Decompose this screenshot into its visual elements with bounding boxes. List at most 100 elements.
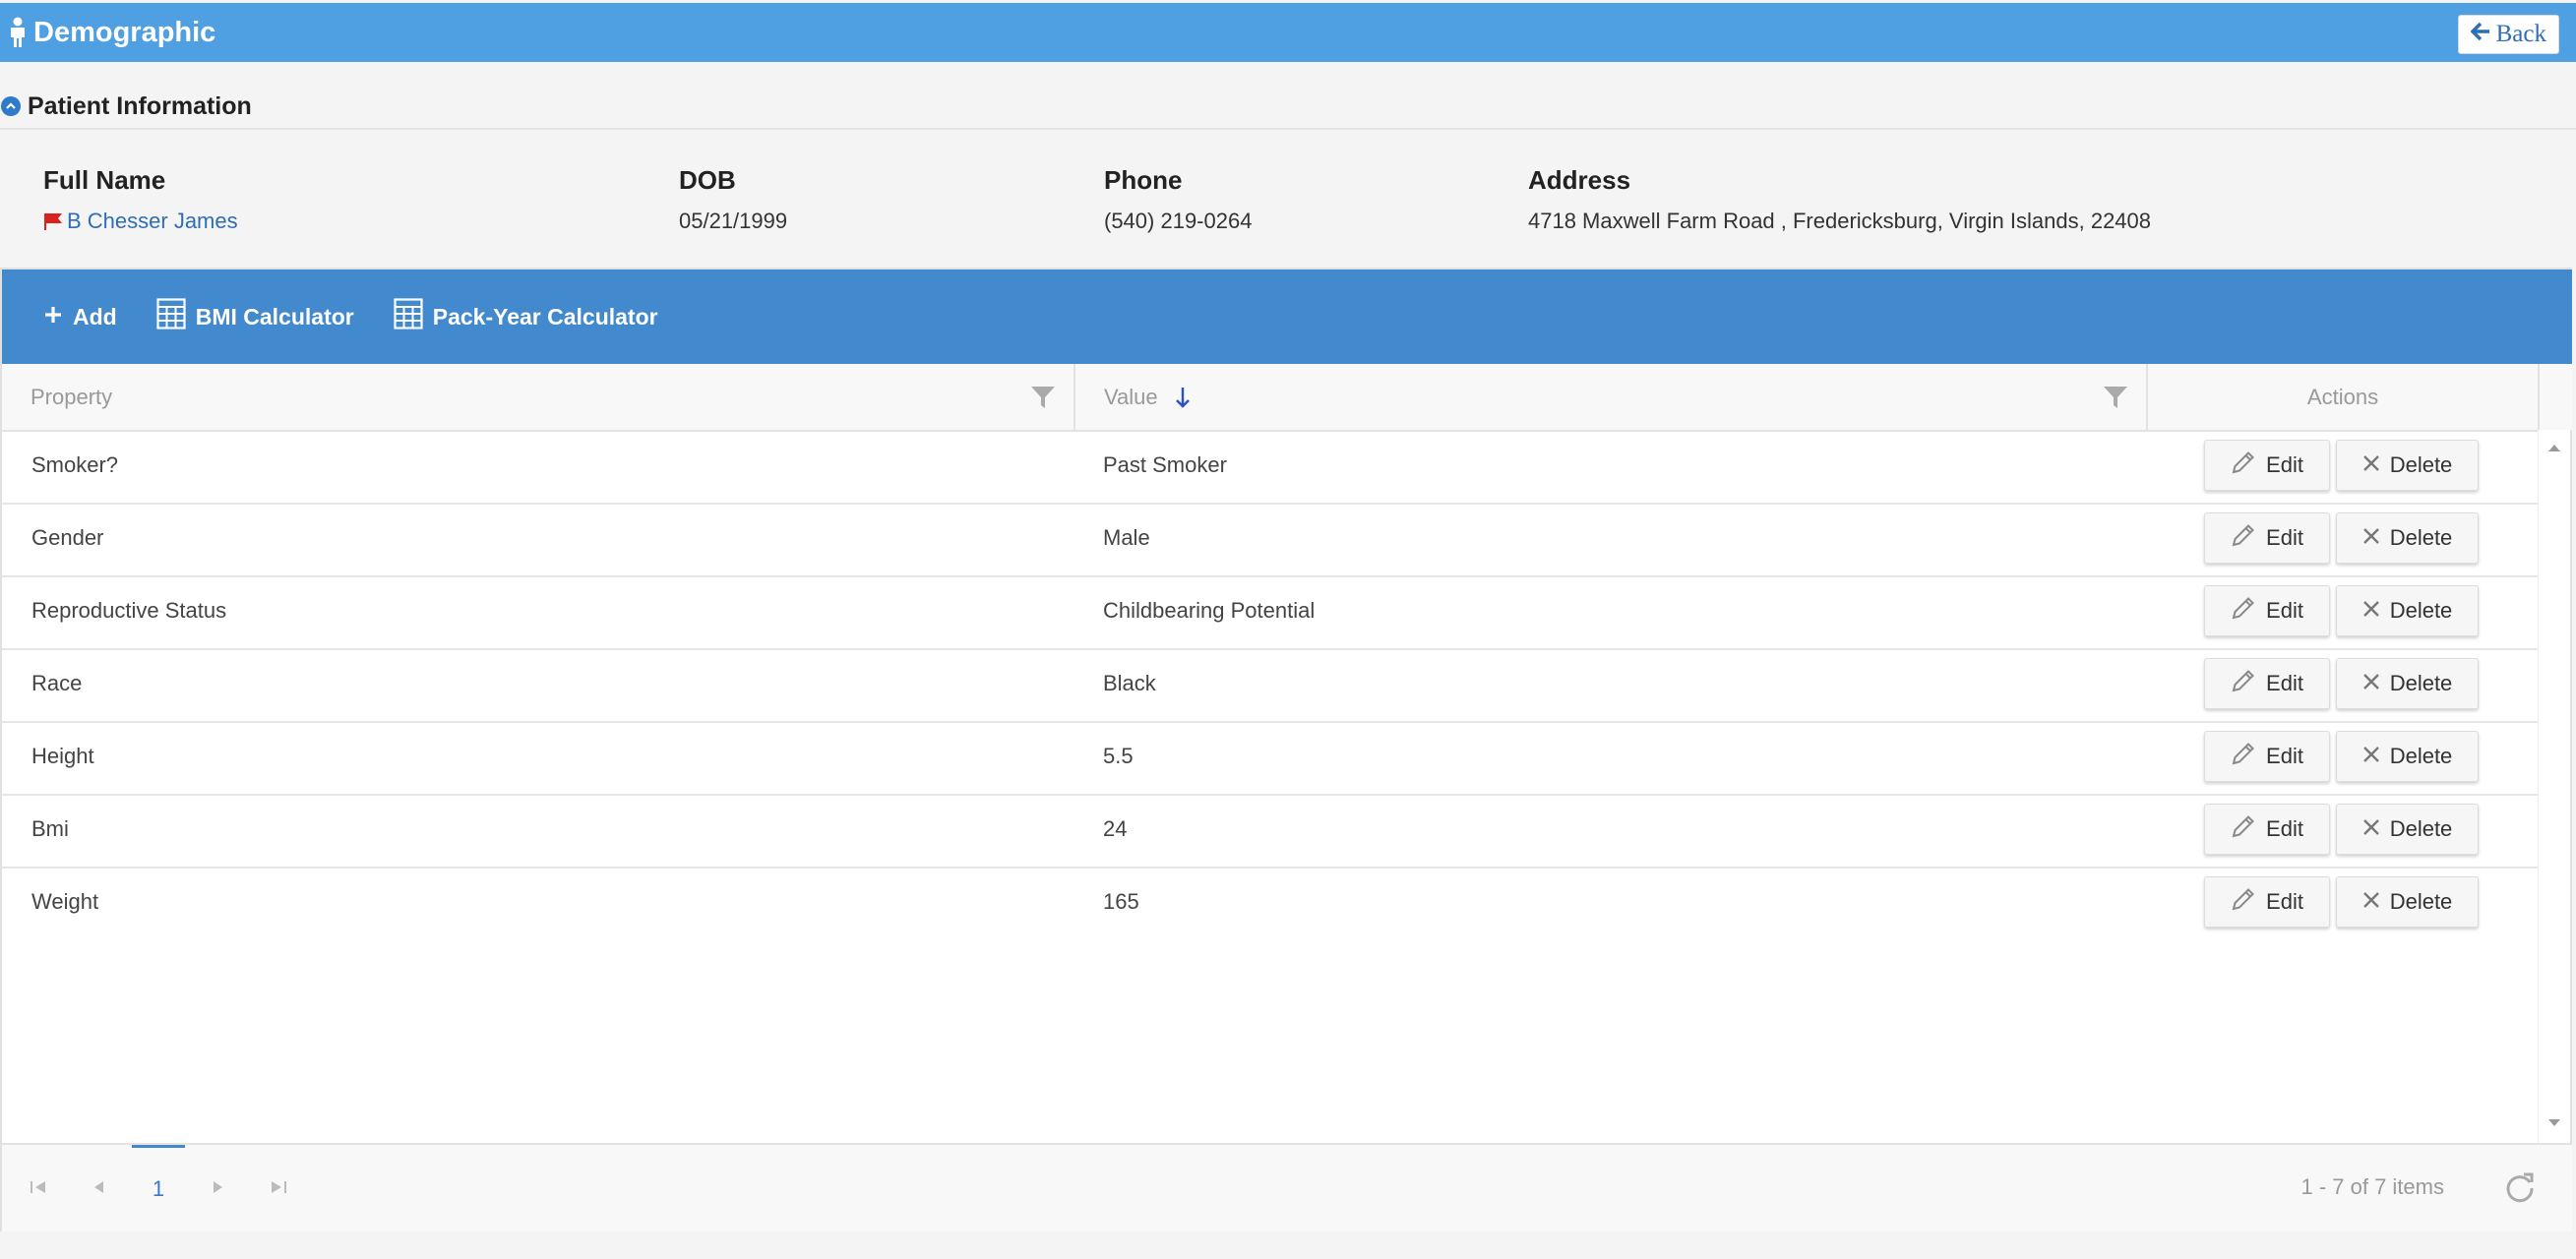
edit-button[interactable]: Edit (2204, 512, 2330, 564)
column-header-property-label: Property (31, 384, 113, 409)
pack-year-calculator-button[interactable]: Pack-Year Calculator (394, 298, 658, 335)
delete-button[interactable]: Delete (2336, 658, 2479, 709)
edit-button[interactable]: Edit (2204, 440, 2330, 491)
grid-pager: 1 1 - 7 of 7 items (2, 1143, 2572, 1231)
back-button[interactable]: Back (2457, 15, 2559, 54)
edit-button-label: Edit (2266, 744, 2303, 768)
page-title: Demographic (33, 16, 216, 48)
property-cell: Race (31, 671, 83, 695)
table-row: Smoker? Past Smoker Edit Delete (2, 430, 2540, 505)
plus-icon (43, 304, 63, 330)
grid-header-row: Property Value Actions (2, 364, 2572, 432)
delete-button[interactable]: Delete (2336, 585, 2479, 636)
first-page-icon[interactable] (30, 1145, 47, 1229)
bmi-calculator-label: BMI Calculator (195, 303, 354, 330)
pencil-icon (2231, 522, 2256, 554)
row-actions: Edit Delete (2204, 512, 2479, 564)
delete-button[interactable]: Delete (2336, 440, 2479, 491)
value-cell: Childbearing Potential (1103, 598, 1316, 623)
calculator-icon (156, 298, 186, 335)
close-icon (2362, 889, 2380, 915)
column-header-value-label: Value (1104, 384, 1158, 409)
full-name-value[interactable]: B Chesser James (43, 209, 238, 234)
pencil-icon (2231, 668, 2256, 699)
value-cell: Male (1103, 525, 1150, 550)
address-field: Address 4718 Maxwell Farm Road , Frederi… (1528, 165, 2151, 234)
property-cell: Height (31, 744, 94, 768)
grid-body: Smoker? Past Smoker Edit Delete Gender M… (2, 430, 2541, 1143)
pencil-icon (2231, 813, 2256, 845)
column-header-property[interactable]: Property (2, 364, 1075, 430)
pager-info: 1 - 7 of 7 items (2300, 1174, 2444, 1199)
value-cell: Past Smoker (1103, 452, 1227, 477)
property-cell: Weight (31, 889, 99, 914)
column-header-value[interactable]: Value (1075, 364, 2148, 430)
phone-label: Phone (1104, 165, 1183, 195)
edit-button[interactable]: Edit (2204, 731, 2330, 782)
close-icon (2362, 671, 2380, 696)
phone-value: (540) 219-0264 (1104, 209, 1253, 233)
dob-value: 05/21/1999 (679, 209, 788, 233)
collapse-chevron-icon[interactable] (1, 96, 21, 116)
section-title: Patient Information (28, 91, 252, 120)
edit-button-label: Edit (2266, 598, 2303, 623)
delete-button-label: Delete (2389, 525, 2453, 550)
close-icon (2362, 452, 2380, 478)
row-actions: Edit Delete (2204, 731, 2479, 782)
close-icon (2362, 598, 2380, 624)
vertical-scrollbar[interactable] (2538, 430, 2570, 1143)
add-button-label: Add (73, 303, 117, 330)
patient-info-section-header[interactable]: Patient Information (0, 85, 2576, 130)
delete-button-label: Delete (2389, 598, 2453, 623)
previous-page-icon[interactable] (92, 1145, 104, 1229)
edit-button[interactable]: Edit (2204, 876, 2330, 928)
last-page-icon[interactable] (270, 1145, 287, 1229)
address-label: Address (1528, 165, 1631, 195)
scroll-up-arrow-icon[interactable] (2547, 440, 2561, 457)
dob-field: DOB 05/21/1999 (679, 165, 787, 234)
value-cell: Black (1103, 671, 1156, 695)
current-page-number[interactable]: 1 (132, 1145, 185, 1229)
table-row: Bmi 24 Edit Delete (2, 794, 2540, 869)
table-row: Reproductive Status Childbearing Potenti… (2, 575, 2540, 650)
arrow-left-icon (2470, 21, 2490, 48)
next-page-icon[interactable] (213, 1145, 224, 1229)
scroll-down-arrow-icon[interactable] (2547, 1115, 2561, 1133)
edit-button[interactable]: Edit (2204, 804, 2330, 855)
delete-button-label: Delete (2389, 744, 2453, 768)
delete-button[interactable]: Delete (2336, 876, 2479, 928)
table-row: Weight 165 Edit Delete (2, 867, 2540, 939)
pencil-icon (2231, 450, 2256, 481)
value-cell: 165 (1103, 889, 1139, 914)
edit-button[interactable]: Edit (2204, 658, 2330, 709)
row-actions: Edit Delete (2204, 585, 2479, 636)
delete-button[interactable]: Delete (2336, 731, 2479, 782)
property-cell: Gender (31, 525, 104, 550)
table-row: Race Black Edit Delete (2, 648, 2540, 723)
delete-button-label: Delete (2389, 671, 2453, 695)
property-cell: Smoker? (31, 452, 119, 477)
close-icon (2362, 744, 2380, 769)
edit-button[interactable]: Edit (2204, 585, 2330, 636)
value-cell: 24 (1103, 816, 1128, 841)
pack-year-calculator-label: Pack-Year Calculator (432, 303, 658, 330)
delete-button-label: Delete (2389, 816, 2453, 841)
pencil-icon (2231, 741, 2256, 772)
add-button[interactable]: Add (43, 304, 117, 330)
filter-icon[interactable] (1030, 385, 1056, 410)
delete-button[interactable]: Delete (2336, 512, 2479, 564)
row-actions: Edit Delete (2204, 876, 2479, 928)
delete-button[interactable]: Delete (2336, 804, 2479, 855)
delete-button-label: Delete (2389, 452, 2453, 477)
phone-field: Phone (540) 219-0264 (1104, 165, 1252, 234)
filter-icon[interactable] (2103, 385, 2128, 410)
edit-button-label: Edit (2266, 671, 2303, 695)
bmi-calculator-button[interactable]: BMI Calculator (156, 298, 354, 335)
full-name-field: Full Name B Chesser James (43, 165, 238, 234)
property-cell: Reproductive Status (31, 598, 227, 623)
row-actions: Edit Delete (2204, 440, 2479, 491)
edit-button-label: Edit (2266, 889, 2303, 914)
refresh-icon[interactable] (2503, 1170, 2537, 1204)
column-header-actions: Actions (2148, 364, 2540, 430)
close-icon (2362, 525, 2380, 551)
